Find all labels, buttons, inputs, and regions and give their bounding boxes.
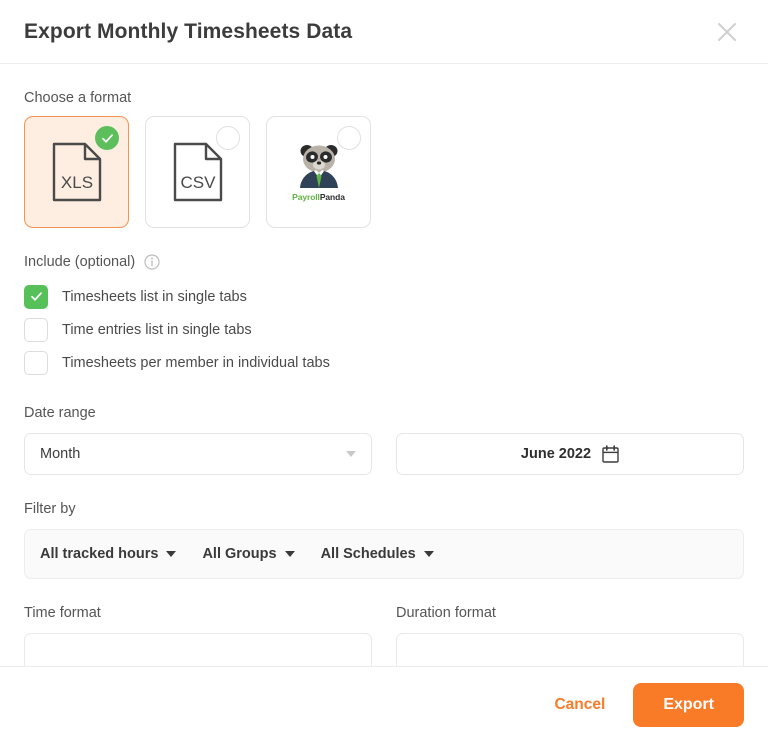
format-options-labels: Time format Duration format bbox=[24, 605, 744, 621]
time-format-select[interactable] bbox=[24, 633, 372, 666]
chevron-down-icon bbox=[423, 551, 434, 557]
filter-label: All tracked hours bbox=[40, 546, 159, 562]
chevron-down-icon bbox=[346, 451, 356, 457]
filter-by-label-text: Filter by bbox=[24, 501, 76, 517]
date-range-label-text: Date range bbox=[24, 405, 96, 421]
cancel-button[interactable]: Cancel bbox=[550, 690, 609, 720]
checkbox-checked-icon[interactable] bbox=[24, 284, 48, 309]
radio-unselected-icon bbox=[216, 126, 240, 150]
dialog-body: Choose a format XLS CSV PayrollPanda Inc… bbox=[0, 64, 768, 666]
time-format-label: Time format bbox=[24, 605, 101, 621]
panda-wordmark: PayrollPanda bbox=[292, 192, 345, 202]
duration-format-select[interactable] bbox=[396, 633, 744, 666]
export-dialog: Export Monthly Timesheets Data Choose a … bbox=[0, 0, 768, 742]
checkbox-row-timesheets-per-member[interactable]: Timesheets per member in individual tabs bbox=[24, 346, 744, 379]
period-select-value: Month bbox=[40, 446, 81, 462]
xls-label: XLS bbox=[60, 173, 92, 192]
month-picker-value: June 2022 bbox=[520, 446, 592, 462]
format-options: XLS CSV PayrollPanda bbox=[24, 116, 744, 228]
xls-file-icon: XLS bbox=[52, 142, 101, 202]
format-card-payrollpanda[interactable]: PayrollPanda bbox=[266, 116, 371, 228]
include-label-text: Include (optional) bbox=[24, 254, 136, 270]
format-options-fields bbox=[24, 633, 744, 666]
filter-dropdown-tracked-hours[interactable]: All tracked hours bbox=[40, 546, 177, 562]
csv-label: CSV bbox=[180, 173, 216, 192]
csv-file-icon: CSV bbox=[173, 142, 222, 202]
radio-selected-icon bbox=[95, 126, 119, 150]
radio-unselected-icon bbox=[337, 126, 361, 150]
date-range-row: Month June 2022 bbox=[24, 433, 744, 475]
duration-format-label: Duration format bbox=[396, 605, 496, 621]
include-checkbox-list: Timesheets list in single tabs Time entr… bbox=[24, 280, 744, 379]
format-section-label: Choose a format bbox=[24, 90, 744, 106]
calendar-icon bbox=[602, 445, 619, 463]
date-range-label: Date range bbox=[24, 405, 744, 421]
checkbox-row-timesheets-list[interactable]: Timesheets list in single tabs bbox=[24, 280, 744, 313]
chevron-down-icon bbox=[166, 551, 177, 557]
period-select[interactable]: Month bbox=[24, 433, 372, 475]
filter-by-label: Filter by bbox=[24, 501, 744, 517]
dialog-footer: Cancel Export bbox=[0, 666, 768, 742]
format-card-csv[interactable]: CSV bbox=[145, 116, 250, 228]
checkbox-unchecked-icon[interactable] bbox=[24, 350, 48, 375]
filter-dropdown-schedules[interactable]: All Schedules bbox=[321, 546, 434, 562]
checkbox-label: Timesheets per member in individual tabs bbox=[62, 354, 330, 371]
panda-logo-icon bbox=[299, 145, 338, 188]
checkbox-label: Timesheets list in single tabs bbox=[62, 288, 247, 305]
info-icon[interactable] bbox=[144, 254, 160, 270]
filter-label: All Schedules bbox=[320, 546, 416, 562]
include-section-label: Include (optional) bbox=[24, 254, 744, 270]
checkbox-label: Time entries list in single tabs bbox=[62, 321, 252, 338]
page-title: Export Monthly Timesheets Data bbox=[24, 19, 353, 43]
format-label-text: Choose a format bbox=[24, 90, 132, 106]
filter-panel: All tracked hours All Groups All Schedul… bbox=[24, 529, 744, 579]
panda-word-part2: Panda bbox=[319, 192, 345, 202]
filter-label: All Groups bbox=[202, 546, 277, 562]
dialog-header: Export Monthly Timesheets Data bbox=[0, 0, 768, 64]
export-button[interactable]: Export bbox=[633, 682, 744, 727]
panda-word-part1: Payroll bbox=[292, 192, 320, 202]
checkbox-row-time-entries-list[interactable]: Time entries list in single tabs bbox=[24, 313, 744, 346]
month-picker[interactable]: June 2022 bbox=[396, 433, 744, 475]
format-card-xls[interactable]: XLS bbox=[24, 116, 129, 228]
chevron-down-icon bbox=[284, 551, 295, 557]
checkbox-unchecked-icon[interactable] bbox=[24, 317, 48, 342]
filter-dropdown-groups[interactable]: All Groups bbox=[202, 546, 295, 562]
close-icon[interactable] bbox=[710, 15, 744, 49]
